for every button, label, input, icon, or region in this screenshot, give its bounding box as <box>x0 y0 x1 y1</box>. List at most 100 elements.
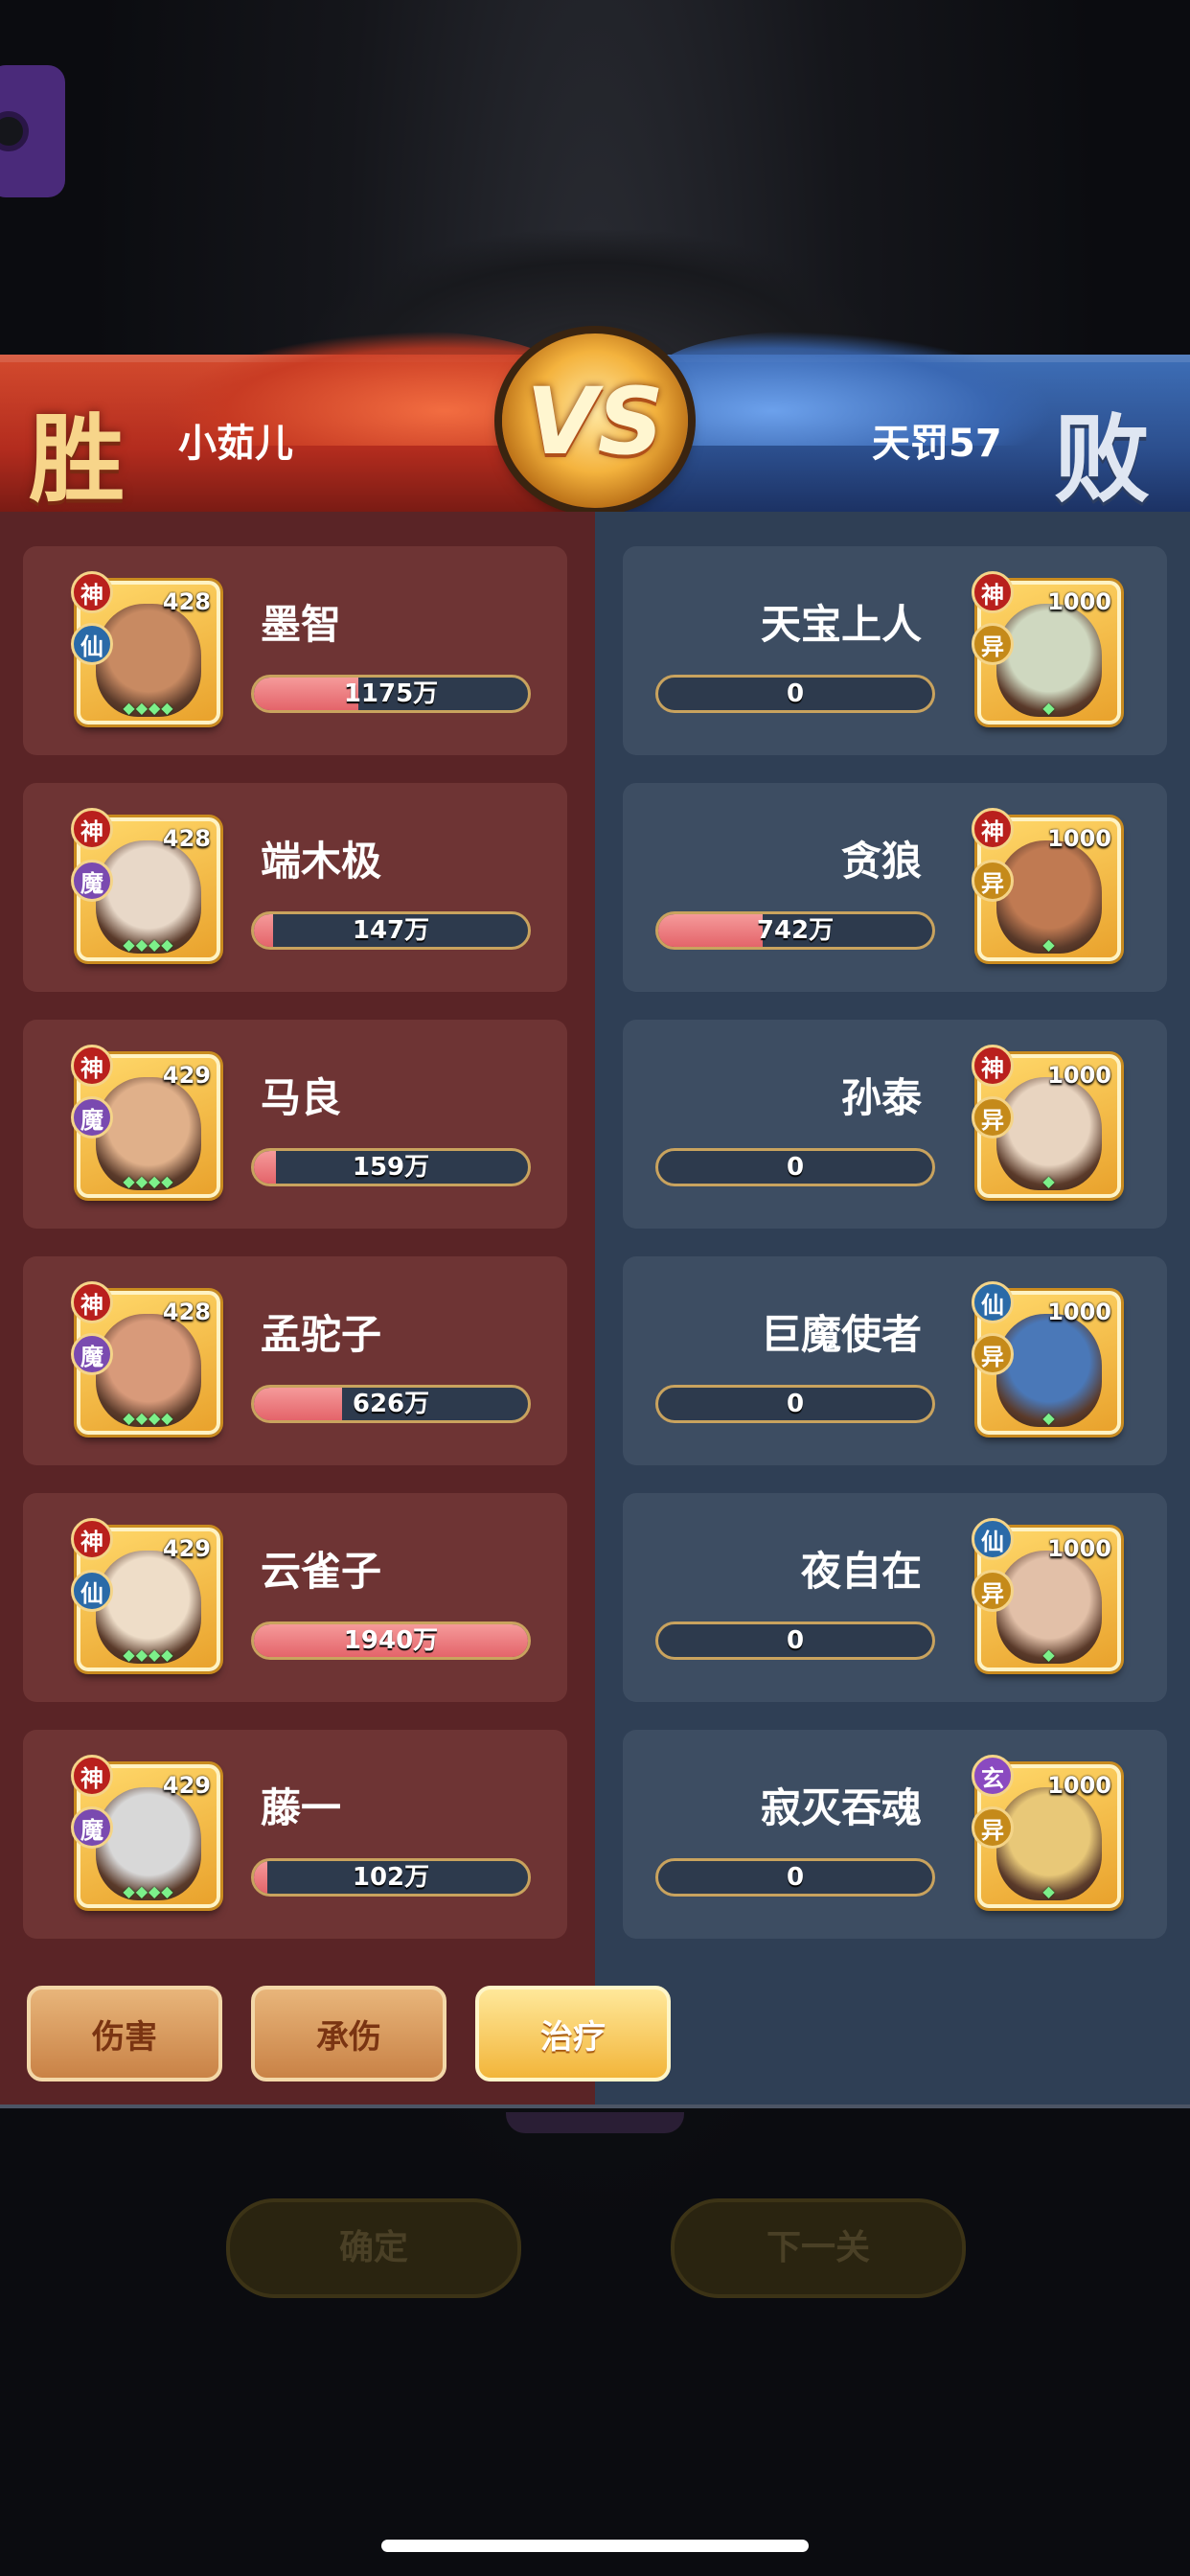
star-rank-icons: ◆◆◆◆ <box>123 935 174 954</box>
hero-name: 夜自在 <box>800 1548 922 1595</box>
hero-level: 1000 <box>1047 825 1111 852</box>
hero-name: 天宝上人 <box>760 601 922 648</box>
tab-damage[interactable]: 伤害 <box>27 1986 222 2082</box>
star-rank-icons: ◆◆◆◆ <box>123 699 174 717</box>
hero-name: 孙泰 <box>840 1074 922 1121</box>
stat-value: 147万 <box>352 916 430 945</box>
faction-badge: 异 <box>972 1333 1014 1375</box>
tier-badge: 神 <box>972 808 1014 850</box>
stat-bar: 742万 <box>655 911 935 950</box>
left-hero-card[interactable]: 428 ◆◆◆◆ 神魔 孟驼子 626万 <box>23 1256 567 1465</box>
faction-badge: 魔 <box>71 1333 113 1375</box>
stat-bar: 0 <box>655 1622 935 1660</box>
left-hero-card[interactable]: 429 ◆◆◆◆ 神仙 云雀子 1940万 <box>23 1493 567 1702</box>
right-hero-card[interactable]: 1000 ◆ 仙异 巨魔使者 0 <box>623 1256 1167 1465</box>
hero-level: 1000 <box>1047 588 1111 615</box>
stat-bar: 0 <box>655 1385 935 1423</box>
tier-badge: 仙 <box>972 1518 1014 1560</box>
tier-badge: 神 <box>972 571 1014 613</box>
hero-level: 1000 <box>1047 1772 1111 1799</box>
right-player-name: 天罚57 <box>872 422 1002 466</box>
right-hero-card[interactable]: 1000 ◆ 仙异 夜自在 0 <box>623 1493 1167 1702</box>
star-rank-icons: ◆ <box>1042 1409 1056 1427</box>
stat-bar: 1175万 <box>251 675 531 713</box>
confirm-button[interactable]: 确定 <box>226 2198 521 2298</box>
star-rank-icons: ◆ <box>1042 699 1056 717</box>
tier-badge: 神 <box>71 1755 113 1797</box>
faction-badge: 异 <box>972 623 1014 665</box>
stat-bar: 1940万 <box>251 1622 531 1660</box>
star-rank-icons: ◆◆◆◆ <box>123 1645 174 1664</box>
stat-bar: 0 <box>655 1148 935 1186</box>
home-indicator[interactable] <box>381 2540 809 2552</box>
faction-badge: 仙 <box>71 1570 113 1612</box>
faction-badge: 魔 <box>71 1096 113 1138</box>
stat-bar: 102万 <box>251 1858 531 1897</box>
right-hero-card[interactable]: 1000 ◆ 神异 孙泰 0 <box>623 1020 1167 1229</box>
stat-value: 742万 <box>756 916 835 945</box>
hero-level: 429 <box>162 1062 211 1089</box>
stat-value: 102万 <box>352 1863 430 1892</box>
stat-bar: 0 <box>655 675 935 713</box>
stat-value: 0 <box>786 1390 805 1418</box>
faction-badge: 魔 <box>71 860 113 902</box>
right-hero-card[interactable]: 1000 ◆ 玄异 寂灭吞魂 0 <box>623 1730 1167 1939</box>
star-rank-icons: ◆◆◆◆ <box>123 1172 174 1190</box>
stat-value: 1940万 <box>343 1626 439 1655</box>
stat-bar: 626万 <box>251 1385 531 1423</box>
hero-level: 1000 <box>1047 1535 1111 1562</box>
star-rank-icons: ◆ <box>1042 1882 1056 1900</box>
hero-name: 马良 <box>261 1074 342 1121</box>
left-hero-card[interactable]: 428 ◆◆◆◆ 神魔 端木极 147万 <box>23 783 567 992</box>
tier-badge: 玄 <box>972 1755 1014 1797</box>
hero-level: 429 <box>162 1772 211 1799</box>
star-rank-icons: ◆◆◆◆ <box>123 1882 174 1900</box>
faction-badge: 异 <box>972 1570 1014 1612</box>
tier-badge: 神 <box>71 808 113 850</box>
next-level-button[interactable]: 下一关 <box>671 2198 966 2298</box>
left-hero-card[interactable]: 428 ◆◆◆◆ 神仙 墨智 1175万 <box>23 546 567 755</box>
faction-badge: 异 <box>972 860 1014 902</box>
hero-level: 428 <box>162 825 211 852</box>
stat-value: 0 <box>786 1626 805 1655</box>
hero-name: 藤一 <box>261 1784 342 1831</box>
tier-badge: 神 <box>71 1518 113 1560</box>
right-hero-card[interactable]: 1000 ◆ 神异 贪狼 742万 <box>623 783 1167 992</box>
left-hero-card[interactable]: 429 ◆◆◆◆ 神魔 马良 159万 <box>23 1020 567 1229</box>
hero-name: 墨智 <box>261 601 342 648</box>
hero-level: 428 <box>162 1299 211 1325</box>
star-rank-icons: ◆◆◆◆ <box>123 1409 174 1427</box>
hero-level: 429 <box>162 1535 211 1562</box>
hero-name: 寂灭吞魂 <box>760 1784 922 1831</box>
stat-value: 159万 <box>352 1153 430 1182</box>
stat-value: 0 <box>786 679 805 708</box>
vs-emblem: VS <box>502 334 688 508</box>
star-rank-icons: ◆ <box>1042 1645 1056 1664</box>
disc-icon <box>0 111 29 151</box>
vs-text: VS <box>526 368 664 475</box>
tier-badge: 神 <box>71 1281 113 1323</box>
tier-badge: 神 <box>71 1045 113 1087</box>
faction-badge: 异 <box>972 1806 1014 1849</box>
panel-divider <box>0 2104 1190 2108</box>
hero-name: 端木极 <box>261 838 382 885</box>
stat-bar: 0 <box>655 1858 935 1897</box>
tab-healing[interactable]: 治疗 <box>475 1986 671 2082</box>
stat-bar: 159万 <box>251 1148 531 1186</box>
menu-corner-button[interactable] <box>0 65 65 197</box>
victory-label: 胜 <box>29 402 125 516</box>
stat-value: 0 <box>786 1153 805 1182</box>
stat-bar: 147万 <box>251 911 531 950</box>
hero-level: 428 <box>162 588 211 615</box>
hero-name: 孟驼子 <box>261 1311 382 1358</box>
hero-level: 1000 <box>1047 1299 1111 1325</box>
hidden-pill <box>506 2112 684 2133</box>
tab-damage-taken[interactable]: 承伤 <box>251 1986 446 2082</box>
defeat-label: 败 <box>1054 402 1150 516</box>
tier-badge: 神 <box>71 571 113 613</box>
left-hero-card[interactable]: 429 ◆◆◆◆ 神魔 藤一 102万 <box>23 1730 567 1939</box>
hero-level: 1000 <box>1047 1062 1111 1089</box>
faction-badge: 异 <box>972 1096 1014 1138</box>
star-rank-icons: ◆ <box>1042 1172 1056 1190</box>
right-hero-card[interactable]: 1000 ◆ 神异 天宝上人 0 <box>623 546 1167 755</box>
